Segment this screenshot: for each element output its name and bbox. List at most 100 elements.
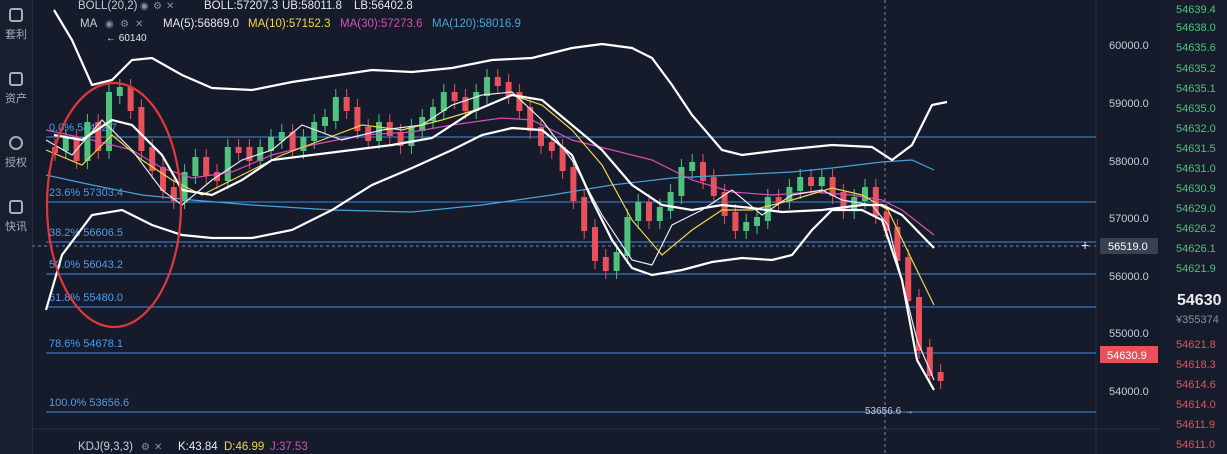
candle-body bbox=[937, 372, 944, 381]
ask-price-row[interactable]: 54638.0 bbox=[1176, 22, 1216, 34]
bid-price-row[interactable]: 54611.0 bbox=[1176, 439, 1215, 451]
ask-price-row[interactable]: 54626.2 bbox=[1176, 223, 1216, 235]
ask-price-row[interactable]: 54630.9 bbox=[1176, 183, 1216, 195]
candle-body bbox=[224, 147, 231, 181]
svg-text:LB:56402.8: LB:56402.8 bbox=[354, 0, 413, 12]
ask-price-row[interactable]: 54631.5 bbox=[1176, 143, 1216, 155]
ask-price-row[interactable]: 54629.0 bbox=[1176, 203, 1216, 215]
sidebar-item-arbitrage[interactable]: 套利 bbox=[0, 8, 32, 42]
eye-icon: ◉ bbox=[105, 19, 114, 30]
price-chart[interactable]: 0.0% 58422.7 23.6% 57303.4 38.2% 56606.5… bbox=[32, 0, 1160, 454]
ask-price-row[interactable]: 54626.1 bbox=[1176, 243, 1216, 255]
candle-body bbox=[440, 92, 447, 111]
candle-body bbox=[484, 77, 490, 96]
svg-text:56000.0: 56000.0 bbox=[1109, 271, 1149, 283]
sidebar-item-news[interactable]: 快讯 bbox=[0, 200, 32, 234]
candle-body bbox=[84, 122, 91, 161]
candle-body bbox=[322, 117, 328, 126]
candle-body bbox=[581, 197, 588, 231]
bid-price-row[interactable]: 54621.8 bbox=[1176, 339, 1216, 351]
close-icon[interactable]: ✕ bbox=[154, 442, 162, 453]
svg-text:MA(120):58016.9: MA(120):58016.9 bbox=[432, 18, 521, 30]
candle-body bbox=[311, 122, 318, 141]
candle-body bbox=[797, 177, 804, 191]
fib-label: 100.0% 53656.6 bbox=[49, 397, 129, 409]
sidebar-item-label: 套利 bbox=[5, 29, 27, 41]
svg-text:KDJ(9,3,3): KDJ(9,3,3) bbox=[78, 441, 133, 453]
last-price-cny: ¥355374 bbox=[1176, 314, 1219, 326]
candle-body bbox=[646, 202, 652, 221]
candle-body bbox=[462, 97, 469, 111]
boll-lower-line bbox=[44, 126, 935, 391]
candle-body bbox=[494, 77, 501, 86]
candle-body bbox=[300, 137, 307, 151]
candle-body bbox=[408, 127, 415, 146]
candle-body bbox=[505, 82, 512, 96]
candle-body bbox=[700, 162, 706, 181]
high-price-marker: ← 60140 bbox=[106, 33, 147, 44]
ask-price-row[interactable]: 54635.2 bbox=[1176, 63, 1216, 75]
arbitrage-icon bbox=[9, 8, 23, 22]
candle-body bbox=[732, 212, 739, 231]
close-icon[interactable]: ✕ bbox=[166, 1, 174, 12]
candle-body bbox=[818, 177, 825, 186]
candle-body bbox=[743, 222, 750, 231]
sidebar-item-label: 资产 bbox=[5, 93, 27, 105]
ma-legend: MA ◉ ⚙ ✕ MA(5):56869.0 MA(10):57152.3 MA… bbox=[80, 18, 521, 30]
crosshair-add-icon[interactable]: + bbox=[1081, 237, 1089, 253]
svg-text:MA: MA bbox=[80, 18, 98, 30]
settings-icon[interactable]: ⚙ bbox=[120, 19, 129, 30]
sidebar-item-assets[interactable]: 资产 bbox=[0, 72, 32, 106]
ask-price-row[interactable]: 54639.4 bbox=[1176, 4, 1216, 16]
candle-body bbox=[192, 157, 199, 176]
candlestick-series bbox=[52, 69, 944, 389]
candle-body bbox=[127, 87, 134, 111]
svg-text:60000.0: 60000.0 bbox=[1109, 40, 1149, 52]
current-price: 54630.9 bbox=[1107, 350, 1147, 362]
candle-body bbox=[332, 97, 339, 121]
sidebar-item-label: 快讯 bbox=[5, 221, 27, 233]
candle-body bbox=[548, 142, 555, 151]
sidebar-item-auth[interactable]: 授权 bbox=[0, 136, 32, 170]
ask-price-row[interactable]: 54635.6 bbox=[1176, 42, 1216, 54]
ask-price-row[interactable]: 54635.0 bbox=[1176, 103, 1216, 115]
svg-text:BOLL:57207.3: BOLL:57207.3 bbox=[204, 0, 278, 12]
assets-icon bbox=[9, 72, 23, 86]
candle-body bbox=[203, 157, 210, 176]
settings-icon[interactable]: ⚙ bbox=[141, 442, 150, 453]
candle-body bbox=[613, 252, 620, 271]
bid-price-row[interactable]: 54614.6 bbox=[1176, 379, 1216, 391]
svg-text:57000.0: 57000.0 bbox=[1109, 213, 1149, 225]
candle-body bbox=[667, 192, 674, 211]
candle-body bbox=[678, 167, 685, 196]
sidebar: 套利 资产 授权 快讯 bbox=[0, 0, 33, 454]
kdj-legend: KDJ(9,3,3) ⚙ ✕ K:43.84 D:46.99 J:37.53 bbox=[78, 441, 308, 453]
fib-label: 38.2% 56606.5 bbox=[49, 227, 123, 239]
candle-body bbox=[235, 147, 242, 153]
candle-body bbox=[862, 187, 868, 201]
close-icon[interactable]: ✕ bbox=[135, 19, 143, 30]
svg-text:MA(30):57273.6: MA(30):57273.6 bbox=[340, 18, 422, 30]
ask-price-row[interactable]: 54621.9 bbox=[1176, 263, 1216, 275]
ask-price-row[interactable]: 54631.0 bbox=[1176, 163, 1216, 175]
svg-text:MA(10):57152.3: MA(10):57152.3 bbox=[248, 18, 330, 30]
svg-text:MA(5):56869.0: MA(5):56869.0 bbox=[163, 18, 239, 30]
candle-body bbox=[246, 147, 253, 161]
bid-price-row[interactable]: 54618.3 bbox=[1176, 359, 1216, 371]
eye-icon: ◉ bbox=[140, 1, 149, 12]
ask-price-row[interactable]: 54635.1 bbox=[1176, 83, 1216, 95]
crosshair-price: 56519.0 bbox=[1108, 241, 1148, 253]
candle-body bbox=[602, 257, 609, 271]
candle-body bbox=[592, 227, 598, 261]
price-axis: 60000.0 59000.0 58000.0 57000.0 56000.0 … bbox=[1109, 40, 1149, 398]
svg-text:59000.0: 59000.0 bbox=[1109, 98, 1149, 110]
fib-label: 78.6% 54678.1 bbox=[49, 338, 123, 350]
bid-price-row[interactable]: 54614.0 bbox=[1176, 399, 1216, 411]
bid-price-row[interactable]: 54611.9 bbox=[1176, 419, 1215, 431]
key-icon bbox=[9, 136, 23, 150]
candle-body bbox=[343, 97, 350, 111]
ask-price-row[interactable]: 54632.0 bbox=[1176, 123, 1216, 135]
settings-icon[interactable]: ⚙ bbox=[153, 1, 162, 12]
fib-label: 61.8% 55480.0 bbox=[49, 292, 123, 304]
svg-text:UB:58011.8: UB:58011.8 bbox=[282, 0, 342, 12]
